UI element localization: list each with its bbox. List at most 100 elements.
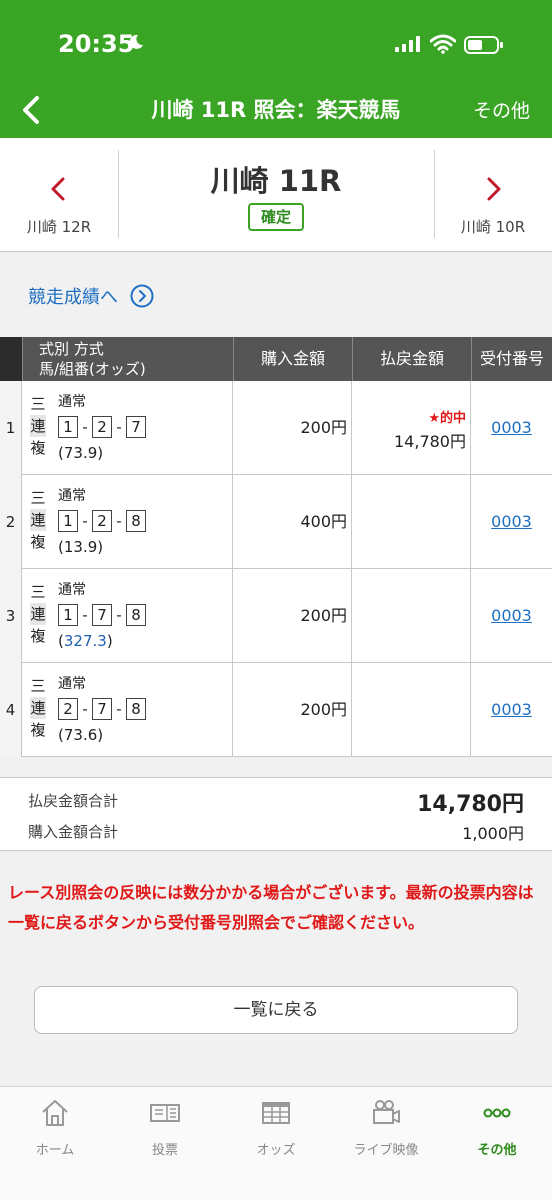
video-camera-icon bbox=[373, 1100, 400, 1124]
purchase-total-value: 1,000円 bbox=[462, 824, 524, 843]
bet-detail: 三 連 複 通常 2-7-8 (73.6) bbox=[22, 663, 233, 757]
horse-number: 1 bbox=[58, 510, 78, 532]
payout-cell bbox=[352, 569, 471, 663]
moon-icon bbox=[129, 34, 143, 49]
hit-badge: ★的中 bbox=[428, 411, 466, 426]
bet-type-char: 三 bbox=[30, 489, 46, 507]
tab-bar: ホーム 投票 オッズ ライブ映像 その他 bbox=[0, 1086, 552, 1200]
next-race-button[interactable]: 川崎 10R bbox=[434, 138, 552, 252]
odds: (13.9) bbox=[58, 538, 104, 556]
cellular-signal-icon bbox=[395, 36, 420, 52]
horse-combination: 1-2-8 bbox=[58, 510, 146, 534]
status-badge: 確定 bbox=[248, 203, 304, 231]
payout-cell bbox=[352, 663, 471, 757]
bet-type-char: 三 bbox=[30, 583, 46, 601]
receipt-cell: 0003 bbox=[471, 475, 552, 569]
tab-label: オッズ bbox=[256, 1143, 296, 1158]
bet-type-char: 連 bbox=[30, 697, 46, 719]
horse-number: 2 bbox=[92, 510, 112, 532]
bet-detail: 三 連 複 通常 1-7-8 (327.3) bbox=[22, 569, 233, 663]
bet-method: 通常 bbox=[58, 582, 86, 598]
receipt-number-link[interactable]: 0003 bbox=[491, 606, 532, 625]
row-number: 2 bbox=[0, 475, 22, 569]
prev-race-button[interactable]: 川崎 12R bbox=[0, 138, 118, 252]
status-time: 20:35 bbox=[58, 30, 135, 58]
tab-odds[interactable]: オッズ bbox=[221, 1095, 331, 1161]
nav-bar: 川崎 11R 照会：楽天競馬 その他 bbox=[0, 84, 552, 138]
odds-icon bbox=[262, 1102, 290, 1124]
home-icon bbox=[42, 1100, 68, 1126]
payout-cell bbox=[352, 475, 471, 569]
bet-type-char: 複 bbox=[30, 721, 46, 739]
table-row: 1 三 連 複 通常 1-2-7 (73.9) 200円 ★的中 14,780円… bbox=[0, 381, 552, 475]
table-row: 3 三 連 複 通常 1-7-8 (327.3) 200円 0003 bbox=[0, 569, 552, 663]
bet-type-char: 連 bbox=[30, 603, 46, 625]
prev-race-label: 川崎 12R bbox=[26, 218, 92, 236]
ticket-icon bbox=[150, 1104, 180, 1122]
odds: (327.3) bbox=[58, 632, 113, 650]
horse-number: 7 bbox=[92, 604, 112, 626]
tab-home[interactable]: ホーム bbox=[0, 1095, 110, 1161]
bet-type-char: 連 bbox=[30, 415, 46, 437]
separator: - bbox=[82, 606, 88, 624]
tab-vote[interactable]: 投票 bbox=[110, 1095, 220, 1161]
chevron-right-circle-icon[interactable] bbox=[130, 284, 154, 308]
separator: - bbox=[116, 512, 122, 530]
horse-combination: 1-7-8 bbox=[58, 604, 146, 628]
next-race-label: 川崎 10R bbox=[460, 218, 526, 236]
bet-detail: 三 連 複 通常 1-2-8 (13.9) bbox=[22, 475, 233, 569]
horse-combination: 2-7-8 bbox=[58, 698, 146, 722]
bet-method: 通常 bbox=[58, 676, 86, 692]
horse-number: 7 bbox=[126, 416, 146, 438]
odds-value: 327.3 bbox=[63, 632, 107, 650]
chevron-right-icon bbox=[487, 177, 501, 201]
horse-number: 1 bbox=[58, 416, 78, 438]
bet-type: 三 連 複 bbox=[30, 393, 46, 459]
other-menu-button[interactable]: その他 bbox=[473, 96, 530, 123]
header-kind: 式別 方式 馬/組番(オッズ) bbox=[22, 337, 233, 381]
totals-panel: 払戻金額合計 14,780円 購入金額合計 1,000円 bbox=[0, 777, 552, 851]
bet-type-char: 複 bbox=[30, 439, 46, 457]
separator: - bbox=[82, 418, 88, 436]
tab-label: ライブ映像 bbox=[353, 1143, 419, 1158]
separator: - bbox=[116, 418, 122, 436]
receipt-cell: 0003 bbox=[471, 569, 552, 663]
header-payout: 払戻金額 bbox=[352, 337, 471, 381]
header-amount: 購入金額 bbox=[233, 337, 352, 381]
purchase-amount: 200円 bbox=[233, 569, 352, 663]
payout-cell: ★的中 14,780円 bbox=[352, 381, 471, 475]
bet-type: 三 連 複 bbox=[30, 581, 46, 647]
bet-type: 三 連 複 bbox=[30, 487, 46, 553]
horse-number: 8 bbox=[126, 604, 146, 626]
receipt-number-link[interactable]: 0003 bbox=[491, 700, 532, 719]
horse-number: 8 bbox=[126, 510, 146, 532]
payout-amount: 14,780円 bbox=[394, 432, 466, 451]
separator: - bbox=[82, 512, 88, 530]
header-number-column bbox=[0, 337, 22, 381]
horse-number: 8 bbox=[126, 698, 146, 720]
receipt-cell: 0003 bbox=[471, 381, 552, 475]
separator: - bbox=[82, 700, 88, 718]
tab-live-video[interactable]: ライブ映像 bbox=[331, 1095, 441, 1161]
separator: - bbox=[116, 700, 122, 718]
receipt-number-link[interactable]: 0003 bbox=[491, 512, 532, 531]
tab-label: ホーム bbox=[35, 1143, 75, 1158]
bet-type-char: 三 bbox=[30, 677, 46, 695]
bet-type-char: 連 bbox=[30, 509, 46, 531]
race-navigation: 川崎 12R 川崎 11R 確定 川崎 10R bbox=[0, 138, 552, 252]
bet-type-char: 三 bbox=[30, 395, 46, 413]
race-results-link[interactable]: 競走成績へ bbox=[28, 283, 118, 309]
header-kind-line1: 式別 方式 bbox=[39, 340, 104, 358]
tab-other[interactable]: その他 bbox=[442, 1095, 552, 1161]
receipt-number-link[interactable]: 0003 bbox=[491, 418, 532, 437]
row-number: 4 bbox=[0, 663, 22, 757]
status-bar: 20:35 bbox=[0, 0, 552, 84]
payout-total-label: 払戻金額合計 bbox=[28, 792, 119, 810]
tab-label: その他 bbox=[477, 1143, 517, 1158]
table-row: 4 三 連 複 通常 2-7-8 (73.6) 200円 0003 bbox=[0, 663, 552, 757]
battery-icon bbox=[464, 36, 503, 54]
app-header: 20:35 川崎 11R 照会：楽天競馬 その他 bbox=[0, 0, 552, 138]
bet-type-char: 複 bbox=[30, 533, 46, 551]
header-receipt: 受付番号 bbox=[471, 337, 552, 381]
back-to-list-button[interactable]: 一覧に戻る bbox=[34, 986, 518, 1034]
